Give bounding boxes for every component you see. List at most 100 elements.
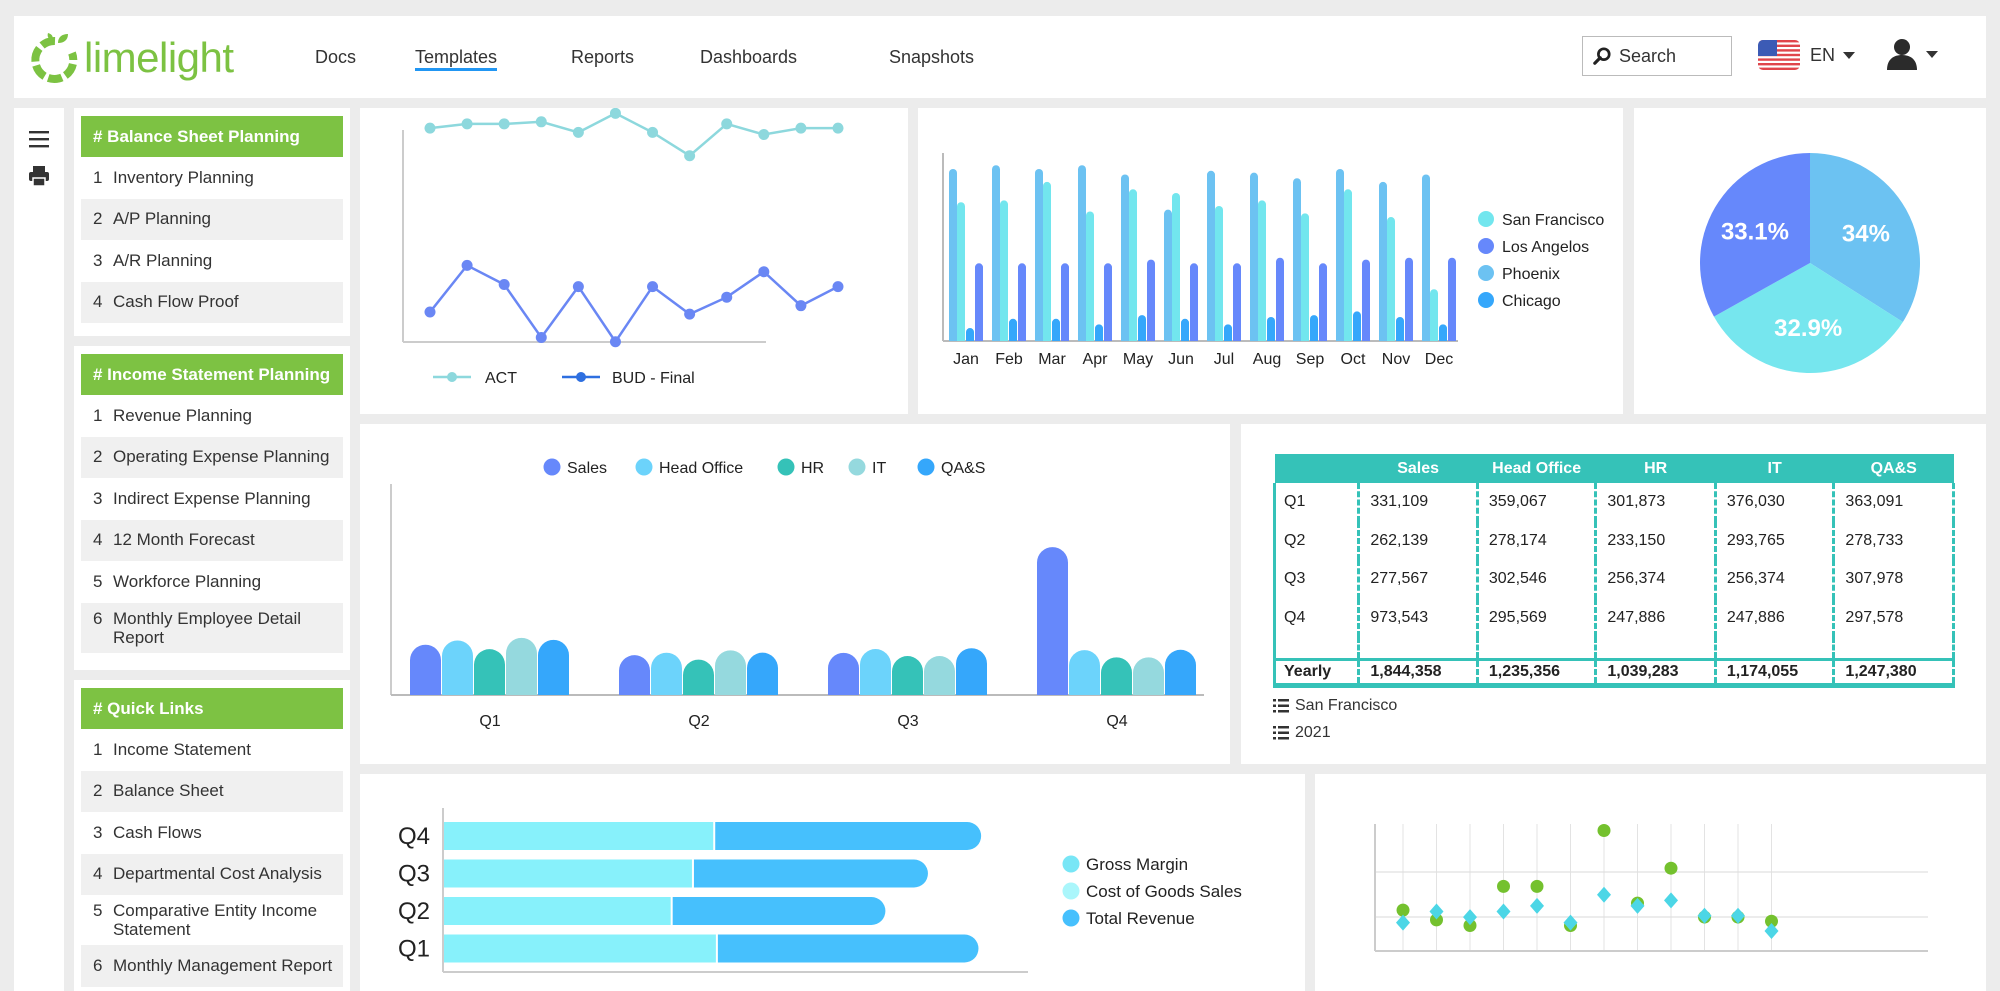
value-cell: 302,546 xyxy=(1475,560,1596,599)
bar-los-angeles xyxy=(1319,263,1327,341)
y-tick-label: Q3 xyxy=(398,861,430,888)
legend-label: Sales xyxy=(567,460,607,477)
item-label: Monthly Employee Detail Report xyxy=(113,608,302,647)
pie-label: 34% xyxy=(1842,220,1890,247)
item-label: Balance Sheet xyxy=(113,781,224,801)
monthly-bar-chart-panel: Jan Feb Mar Apr May Jun Jul Aug Sep Oct Nov Dec San … xyxy=(918,108,1623,414)
bar-segment-cost-of-goods xyxy=(444,934,716,963)
print-icon[interactable] xyxy=(28,165,50,187)
bar-head-office xyxy=(860,649,891,695)
empty-cell xyxy=(1832,637,1955,659)
item-number: 4 xyxy=(93,530,103,550)
menu-item-12-month-forecast[interactable]: 4 12 Month Forecast xyxy=(81,519,343,561)
item-number: 2 xyxy=(93,209,103,229)
nav-dashboards[interactable]: Dashboards xyxy=(700,47,797,68)
table-row: Q3 277,567 302,546 256,374 256,374 307,978 xyxy=(1272,560,1955,599)
data-point xyxy=(684,150,696,162)
user-menu[interactable] xyxy=(1886,38,1938,70)
chevron-down-icon xyxy=(1926,50,1938,58)
value-cell: 233,150 xyxy=(1594,521,1716,560)
menu-item-monthly-employee-detail-report[interactable]: 6 Monthly Employee Detail Report xyxy=(81,602,343,653)
total-value-cell: 1,844,358 xyxy=(1357,657,1478,688)
empty-cell xyxy=(1357,637,1478,659)
menu-item-cash-flows[interactable]: 3 Cash Flows xyxy=(81,812,343,854)
legend-marker xyxy=(1062,882,1080,900)
data-point xyxy=(461,118,473,130)
legend-label: Head Office xyxy=(659,460,743,477)
menu-item-inventory-planning[interactable]: 1 Inventory Planning xyxy=(81,157,343,199)
item-number: 6 xyxy=(93,608,103,628)
bar-phoenix xyxy=(1035,168,1043,341)
scatter-point-circle xyxy=(1664,861,1678,875)
item-number: 5 xyxy=(93,901,103,920)
nav-templates[interactable]: Templates xyxy=(415,47,498,71)
bar-hr xyxy=(683,659,714,695)
filter-year[interactable]: 2021 xyxy=(1273,724,1331,742)
column-header: IT xyxy=(1715,454,1834,483)
bar-phoenix xyxy=(1164,209,1172,341)
legend-marker-bud xyxy=(576,372,586,382)
table-row: Q1 331,109 359,067 301,873 376,030 363,091 xyxy=(1272,483,1955,522)
menu-item-cash-flow-proof[interactable]: 4 Cash Flow Proof xyxy=(81,281,343,323)
total-value-cell: 1,174,055 xyxy=(1713,657,1834,688)
bar-segment-total-revenue xyxy=(693,859,928,888)
bar-phoenix xyxy=(1207,170,1215,341)
x-tick-label: Feb xyxy=(995,351,1023,368)
value-cell: 256,374 xyxy=(1713,560,1834,599)
data-point xyxy=(609,107,621,119)
legend-label: Total Revenue xyxy=(1086,909,1195,928)
bar-los-angeles xyxy=(1190,263,1198,341)
bar-los-angeles xyxy=(975,263,983,341)
x-tick-label: Aug xyxy=(1253,351,1281,368)
bar-san-francisco xyxy=(1387,217,1395,341)
nav-snapshots[interactable]: Snapshots xyxy=(889,47,974,68)
horizontal-bar-chart-panel: Q4 Q3 Q2 Q1 Gross Margin Cost of Goods Sales T… xyxy=(360,774,1305,991)
menu-item-indirect-expense-planning[interactable]: 3 Indirect Expense Planning xyxy=(81,478,343,520)
total-label-cell: Yearly xyxy=(1272,657,1359,688)
data-point xyxy=(498,278,510,290)
legend-marker xyxy=(1478,238,1494,254)
value-cell: 301,873 xyxy=(1594,483,1716,522)
bar-los-angeles xyxy=(1448,257,1456,341)
bar-segment-cost-of-goods xyxy=(444,859,692,888)
menu-item-monthly-management-report[interactable]: 6 Monthly Management Report xyxy=(81,945,343,987)
menu-item-ap-planning[interactable]: 2 A/P Planning xyxy=(81,198,343,240)
limelight-logo[interactable]: limelight xyxy=(28,30,234,86)
x-tick-label: Dec xyxy=(1425,351,1453,368)
bar-san-francisco xyxy=(1430,289,1438,341)
column-header: HR xyxy=(1595,454,1716,483)
bar-hr xyxy=(1101,657,1132,695)
y-tick-label: Q1 xyxy=(398,936,430,963)
language-selector[interactable]: EN xyxy=(1758,40,1856,70)
legend-label: Cost of Goods Sales xyxy=(1086,882,1242,901)
menu-item-departmental-cost-analysis[interactable]: 4 Departmental Cost Analysis xyxy=(81,853,343,895)
top-navigation-bar: limelight Docs Templates Reports Dashboa… xyxy=(14,16,1986,98)
menu-item-ar-planning[interactable]: 3 A/R Planning xyxy=(81,240,343,282)
empty-cell xyxy=(1594,637,1716,659)
value-cell: 262,139 xyxy=(1357,521,1478,560)
filter-city[interactable]: San Francisco xyxy=(1273,697,1397,715)
bar-chicago xyxy=(1267,316,1275,341)
nav-docs[interactable]: Docs xyxy=(315,47,356,68)
value-cell: 247,886 xyxy=(1713,598,1834,637)
hamburger-icon[interactable] xyxy=(28,128,50,150)
list-icon xyxy=(1273,699,1289,713)
menu-item-revenue-planning[interactable]: 1 Revenue Planning xyxy=(81,395,343,437)
menu-item-balance-sheet[interactable]: 2 Balance Sheet xyxy=(81,770,343,812)
menu-item-comparative-entity-income-statement[interactable]: 5 Comparative Entity Income Statement xyxy=(81,895,343,945)
search-input[interactable]: Search xyxy=(1582,36,1732,76)
menu-item-operating-expense-planning[interactable]: 2 Operating Expense Planning xyxy=(81,436,343,478)
menu-item-income-statement[interactable]: 1 Income Statement xyxy=(81,729,343,771)
data-point xyxy=(795,300,807,312)
bar-san-francisco xyxy=(1344,189,1352,341)
bar-it xyxy=(1133,657,1164,695)
x-tick-label: Q1 xyxy=(479,713,500,730)
data-point xyxy=(684,308,696,320)
bar-chicago xyxy=(1095,324,1103,341)
total-value-cell: 1,247,380 xyxy=(1832,657,1955,688)
menu-item-workforce-planning[interactable]: 5 Workforce Planning xyxy=(81,561,343,603)
nav-reports[interactable]: Reports xyxy=(571,47,634,68)
item-number: 5 xyxy=(93,571,103,591)
y-tick-label: Q4 xyxy=(398,823,430,850)
pie-label: 32.9% xyxy=(1774,315,1842,342)
